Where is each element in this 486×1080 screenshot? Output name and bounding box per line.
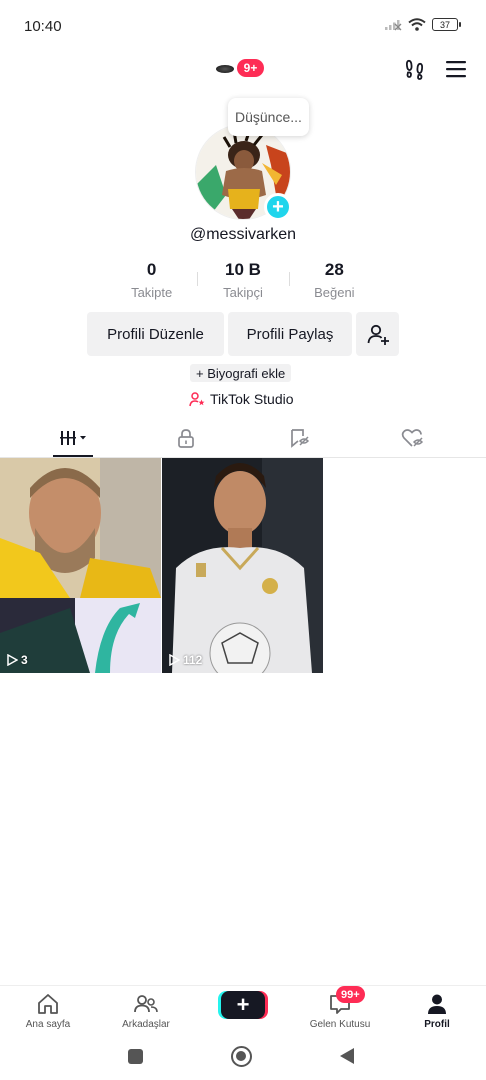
profile-stats: 0 Takipte 10 B Takipçi 28 Beğeni <box>106 260 380 304</box>
stat-followers-label: Takipçi <box>223 285 263 300</box>
nav-friends[interactable]: Arkadaşlar <box>101 991 191 1030</box>
now-status-icon[interactable] <box>216 65 234 73</box>
wifi-icon <box>408 18 426 31</box>
add-friend-button[interactable] <box>356 312 399 356</box>
battery-icon: 37 <box>432 18 461 31</box>
profile-icon <box>428 994 446 1014</box>
video-thumbnail-image <box>162 458 323 673</box>
top-bar: 9+ <box>0 52 486 86</box>
footprints-icon[interactable] <box>403 57 427 81</box>
bottom-nav: Ana sayfa Arkadaşlar + Gelen Kutusu 99+ <box>0 985 486 1035</box>
home-icon <box>38 994 58 1014</box>
edit-profile-button[interactable]: Profili Düzenle <box>87 312 224 356</box>
add-avatar-button[interactable]: + <box>264 193 292 221</box>
tab-reposts[interactable] <box>270 418 330 458</box>
status-icons: 37 <box>384 18 461 31</box>
view-count-value: 112 <box>183 653 203 667</box>
nav-profile-label: Profil <box>424 1019 450 1030</box>
inbox-badge: 99+ <box>336 986 365 1003</box>
nav-friends-label: Arkadaşlar <box>122 1019 170 1030</box>
share-profile-button[interactable]: Profili Paylaş <box>228 312 352 356</box>
video-thumbnail-image <box>0 458 161 673</box>
tag-hidden-icon <box>291 429 310 448</box>
studio-label: TikTok Studio <box>210 391 294 407</box>
profile-tabs <box>0 418 486 458</box>
active-tab-indicator <box>53 455 93 457</box>
system-nav <box>0 1035 486 1080</box>
add-user-icon <box>367 324 389 345</box>
tiktok-studio-link[interactable]: TikTok Studio <box>189 390 294 408</box>
lock-icon <box>178 429 194 448</box>
stat-following-value: 0 <box>146 260 157 279</box>
stat-likes[interactable]: 28 Beğeni <box>288 260 380 304</box>
stat-followers-value: 10 B <box>225 260 261 279</box>
notification-badge[interactable]: 9+ <box>237 59 264 77</box>
grid-videos-icon <box>60 431 86 445</box>
nav-inbox-label: Gelen Kutusu <box>309 1019 371 1030</box>
stat-likes-label: Beğeni <box>314 285 355 300</box>
play-icon <box>169 654 180 666</box>
stat-followers[interactable]: 10 B Takipçi <box>197 260 288 304</box>
video-thumbnail[interactable]: 112 <box>162 458 323 673</box>
back-button[interactable] <box>340 1048 354 1064</box>
tab-liked[interactable] <box>383 418 443 458</box>
recents-button[interactable] <box>128 1049 143 1064</box>
nav-profile[interactable]: Profil <box>392 991 482 1030</box>
thought-bubble[interactable]: Düşünce... <box>228 98 309 136</box>
tab-videos[interactable] <box>43 418 103 458</box>
play-icon <box>7 654 18 666</box>
nav-home-label: Ana sayfa <box>25 1019 71 1030</box>
status-time: 10:40 <box>24 18 62 35</box>
username: @messivarken <box>189 226 297 243</box>
friends-icon <box>134 995 158 1013</box>
home-button[interactable] <box>231 1046 252 1067</box>
status-bar: 10:40 37 <box>0 0 486 52</box>
create-button[interactable]: + <box>221 991 265 1019</box>
view-count-value: 3 <box>21 653 28 667</box>
stat-following-label: Takipte <box>131 285 173 300</box>
heart-hidden-icon <box>401 429 424 447</box>
stat-likes-value: 28 <box>324 260 344 279</box>
nav-home[interactable]: Ana sayfa <box>3 991 93 1030</box>
view-count: 112 <box>168 653 202 667</box>
tab-private[interactable] <box>156 418 216 458</box>
signal-icon <box>385 19 402 30</box>
view-count: 3 <box>6 653 28 667</box>
menu-icon[interactable] <box>444 57 468 81</box>
stat-following[interactable]: 0 Takipte <box>106 260 197 304</box>
add-bio-button[interactable]: + Biyografi ekle <box>190 364 292 382</box>
video-thumbnail[interactable]: 3 <box>0 458 161 673</box>
studio-icon <box>189 392 205 407</box>
